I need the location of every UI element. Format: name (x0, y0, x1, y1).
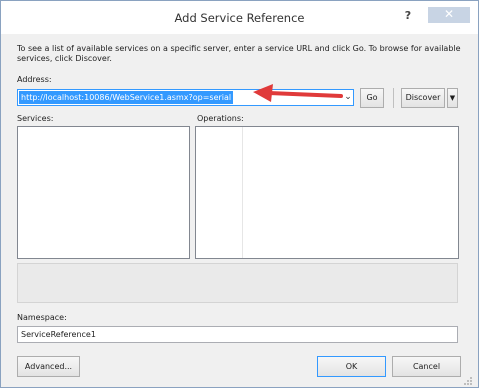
toolbar-separator (393, 88, 394, 108)
operations-list[interactable] (195, 126, 459, 259)
add-service-reference-dialog: Add Service Reference ? ✕ To see a list … (0, 0, 479, 388)
annotation-arrow-icon (253, 84, 343, 102)
operations-column-divider (242, 127, 243, 258)
cancel-button[interactable]: Cancel (392, 356, 461, 377)
discover-dropdown-arrow-icon[interactable]: ▼ (447, 88, 458, 108)
resize-grip-icon[interactable] (463, 377, 473, 386)
status-message-area (17, 263, 458, 303)
go-button[interactable]: Go (360, 88, 384, 108)
discover-button[interactable]: Discover (401, 88, 445, 108)
advanced-button[interactable]: Advanced... (17, 356, 80, 377)
title-bar: Add Service Reference ? ✕ (1, 1, 478, 34)
ok-button[interactable]: OK (317, 356, 386, 377)
address-input[interactable]: http://localhost:10086/WebService1.asmx?… (19, 91, 234, 104)
namespace-input[interactable]: ServiceReference1 (17, 326, 458, 343)
close-button[interactable]: ✕ (428, 7, 470, 23)
namespace-label: Namespace: (17, 313, 67, 322)
instructions-text: To see a list of available services on a… (17, 44, 461, 63)
chevron-down-icon[interactable]: ⌄ (343, 91, 353, 104)
address-label: Address: (17, 75, 52, 84)
dialog-content: To see a list of available services on a… (1, 34, 478, 387)
services-tree[interactable] (17, 126, 190, 259)
operations-label: Operations: (197, 114, 244, 123)
services-label: Services: (17, 114, 54, 123)
help-button[interactable]: ? (399, 9, 417, 23)
